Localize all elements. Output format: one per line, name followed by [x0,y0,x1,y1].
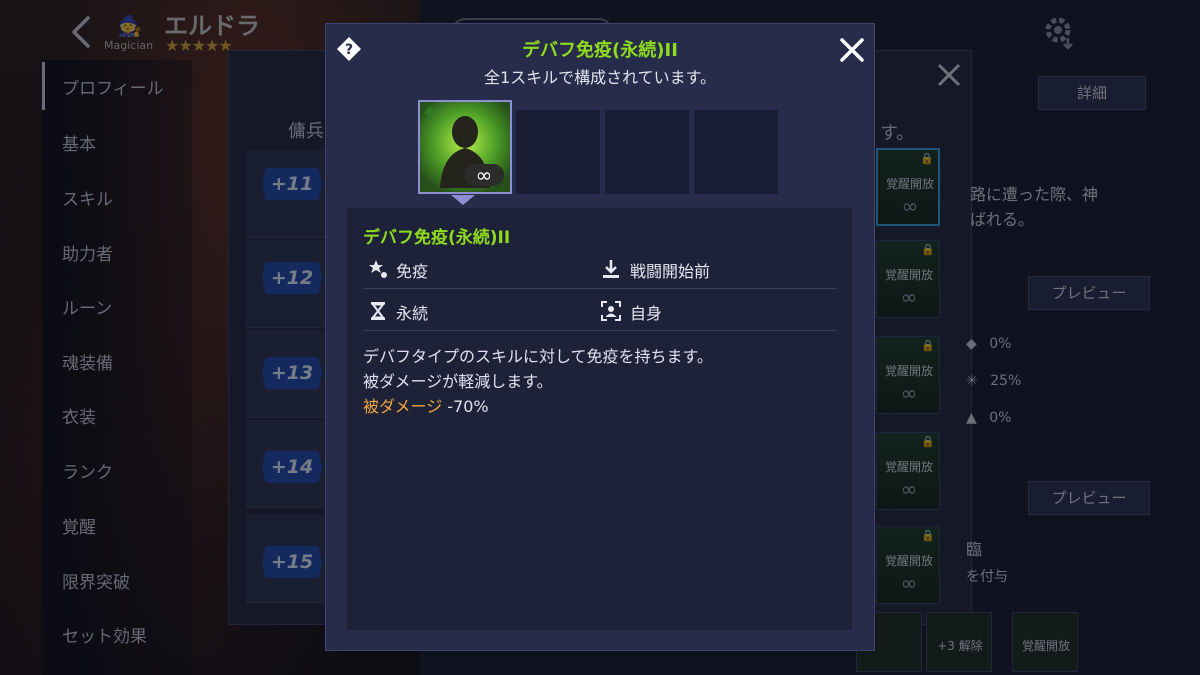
modal-subtitle: 全1スキルで構成されています。 [483,68,717,87]
skill-portrait-icon: ∞ [420,102,510,192]
skill-slot-empty [694,110,778,194]
close-icon[interactable] [838,36,866,64]
selected-slot-pointer [451,195,475,205]
divider [363,330,837,331]
attribute-type: 免疫 [396,262,429,281]
skill-effect-line: 被ダメージ -70% [363,393,489,417]
skill-name: デバフ免疫(永続)II [363,228,511,248]
infinity-icon: ∞ [476,163,493,187]
divider [363,288,837,289]
immunity-icon [369,260,387,278]
pre-battle-icon [603,260,619,278]
skill-description-line: デバフタイプのスキルに対して免疫を持ちます。 [363,347,713,366]
effect-label: 被ダメージ [363,397,443,416]
attribute-target: 自身 [630,304,663,323]
effect-value: -70% [442,397,489,416]
skill-slot-selected[interactable]: ∞ [418,100,512,194]
attribute-timing: 戦闘開始前 [630,262,711,281]
skill-description-line: 被ダメージが軽減します。 [363,372,553,391]
modal-title: デバフ免疫(永続)II [522,40,678,61]
skill-slot-empty [516,110,600,194]
skill-slot-empty [605,110,689,194]
self-target-icon [601,301,621,321]
attribute-duration: 永続 [396,304,429,323]
hourglass-icon [370,302,386,320]
